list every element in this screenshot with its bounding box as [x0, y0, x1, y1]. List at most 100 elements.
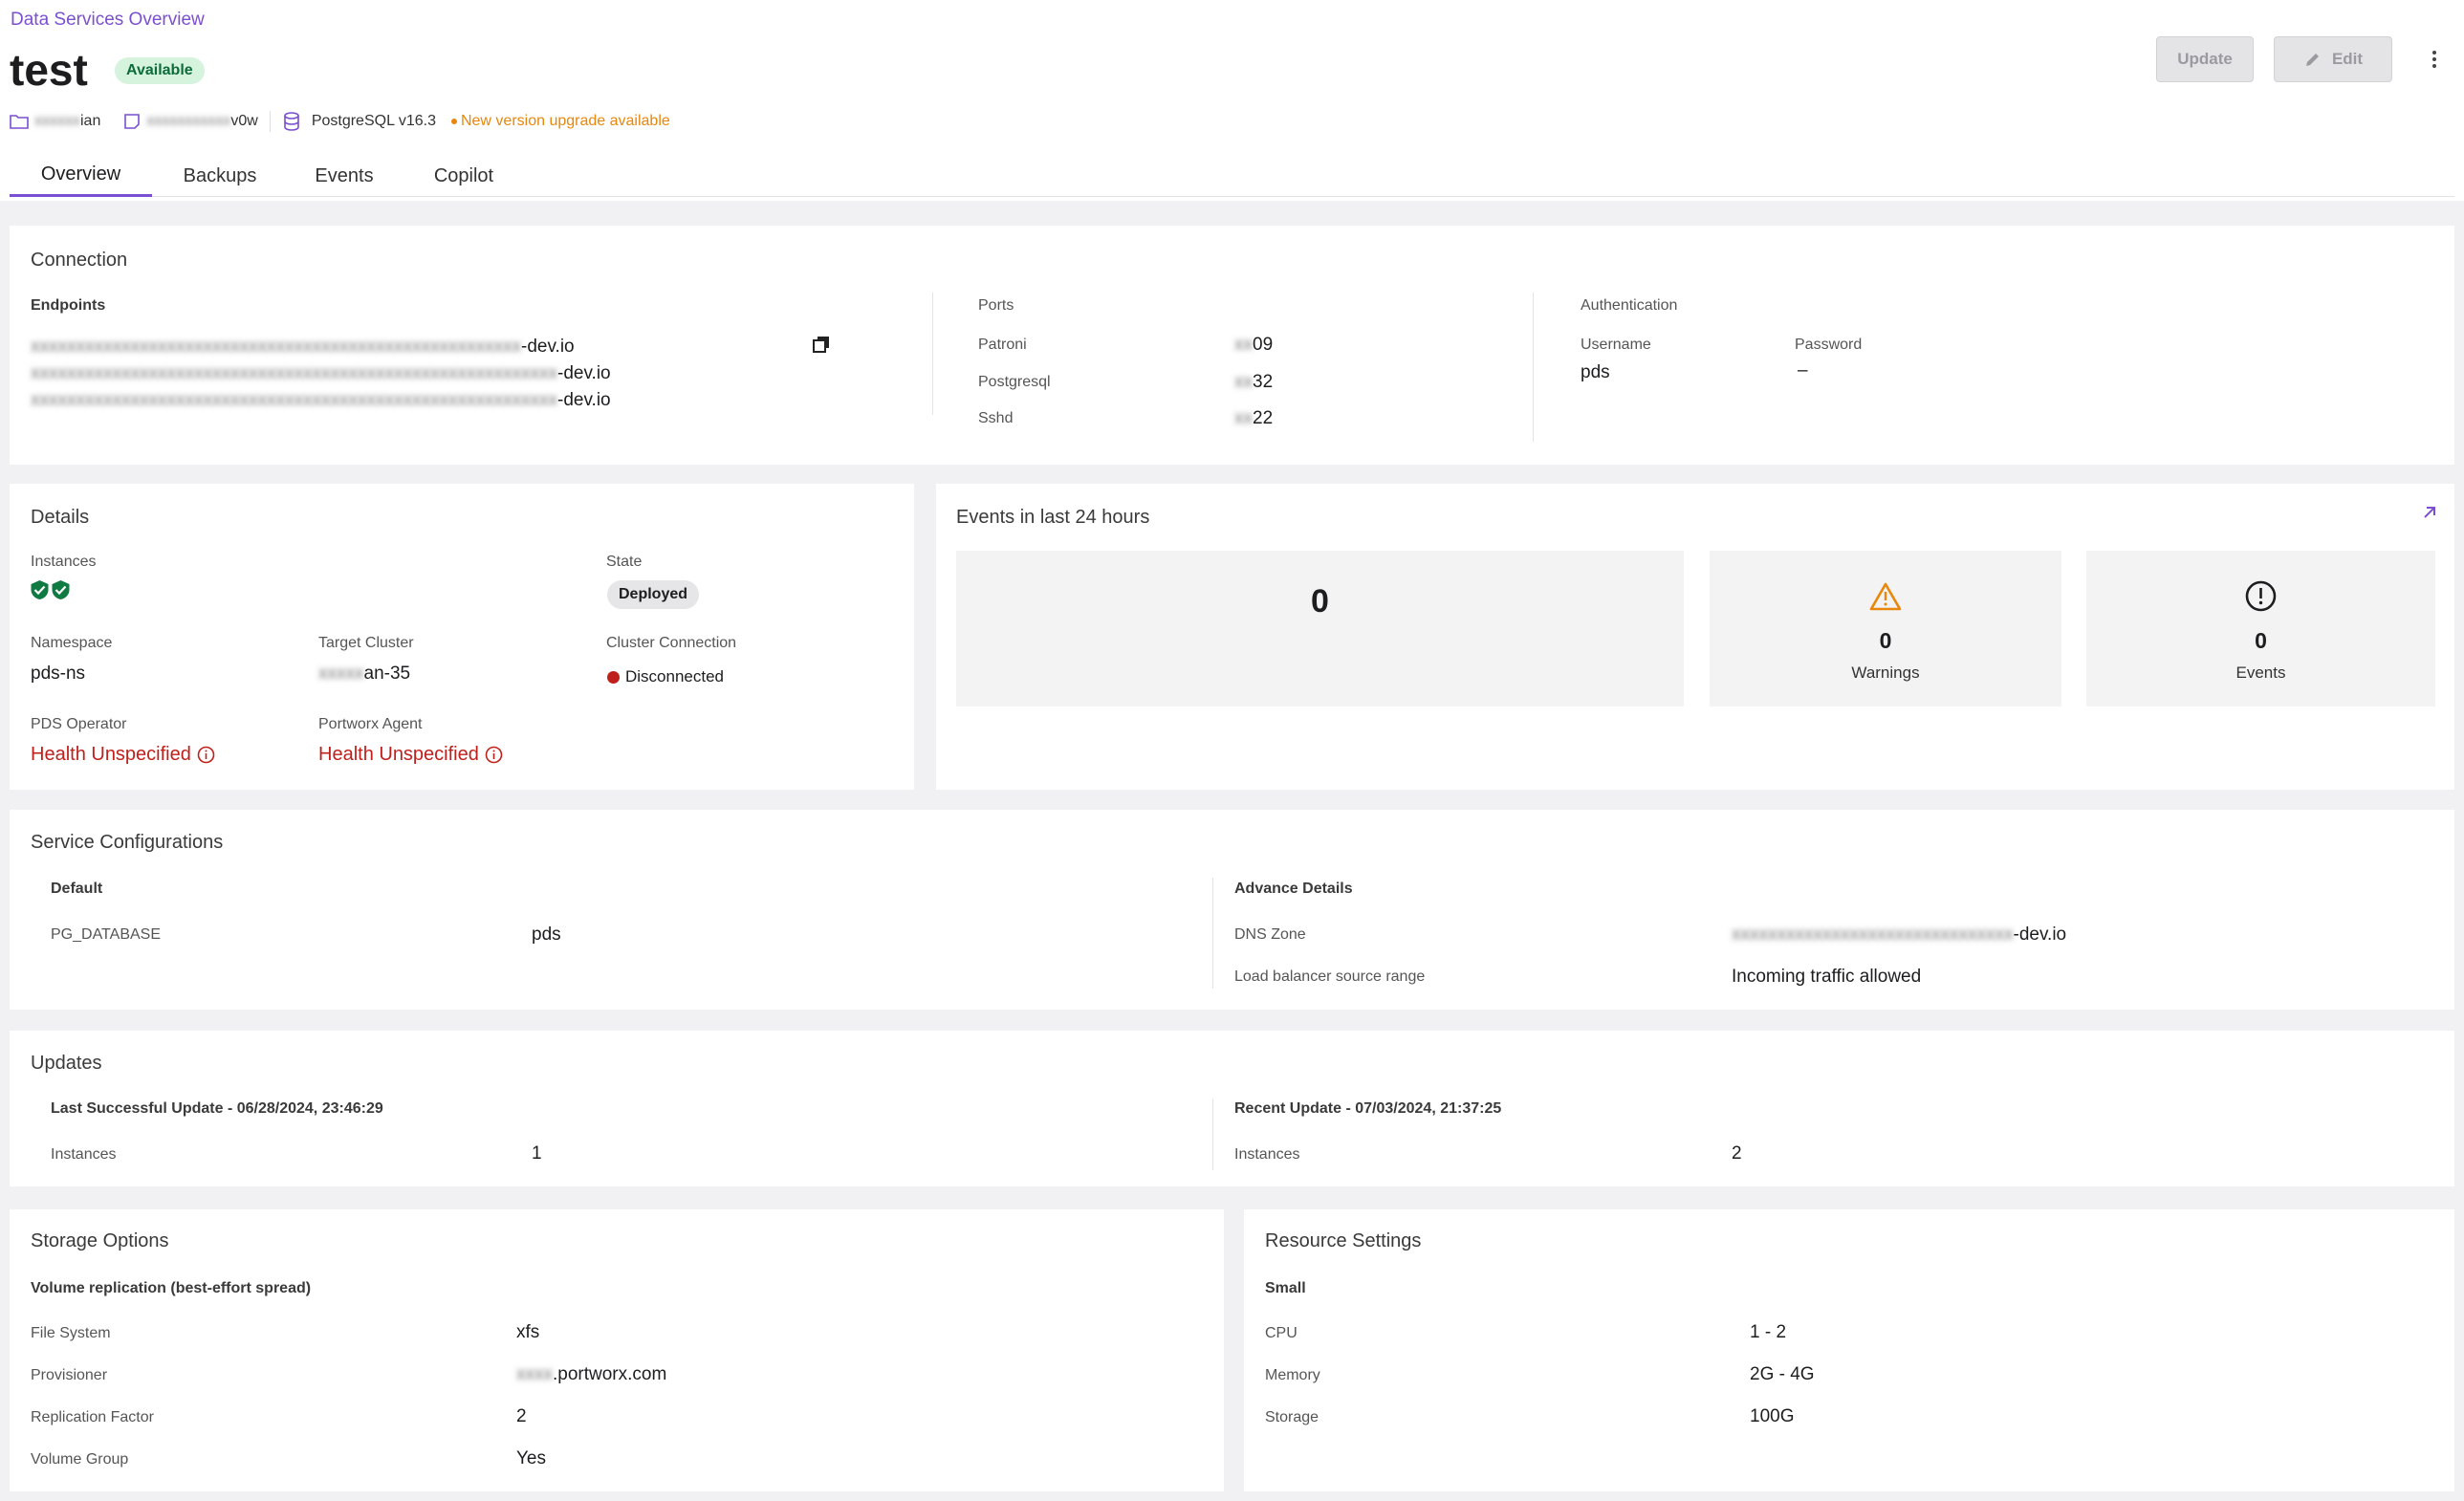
kebab-dot	[2432, 64, 2436, 68]
storage-label: Storage	[1265, 1409, 1319, 1425]
endpoint-host-blurred: xxxxxxxxxxxxxxxxxxxxxxxxxxxxxxxxxxxxxxxx…	[31, 390, 557, 410]
replication-factor-label: Replication Factor	[31, 1409, 154, 1425]
provisioner-suffix: .portworx.com	[553, 1364, 667, 1384]
cpu-label: CPU	[1265, 1325, 1297, 1341]
status-badge: Available	[115, 57, 205, 84]
state-badge: Deployed	[607, 580, 700, 609]
instance-status-icons	[30, 579, 71, 600]
port-blurred: xx	[1234, 408, 1253, 428]
tab-copilot[interactable]: Copilot	[416, 155, 512, 197]
check-shield-icon[interactable]	[30, 579, 50, 600]
memory-value: 2G - 4G	[1750, 1364, 1815, 1384]
external-link-arrow-icon[interactable]	[2421, 504, 2438, 521]
service-config-title: Service Configurations	[31, 832, 224, 853]
info-circle-icon[interactable]	[197, 746, 215, 764]
updates-title: Updates	[31, 1053, 102, 1074]
storage-options-card	[10, 1209, 1224, 1491]
info-circle-icon[interactable]	[485, 746, 503, 764]
header-meta: xxxxxx ian xxxxxxxxxxx v0w PostgreSQL v16.…	[10, 111, 670, 132]
updates-divider	[1212, 1099, 1213, 1170]
dns-zone-value: xxxxxxxxxxxxxxxxxxxxxxxxxxxxxxx-dev.io	[1732, 925, 2066, 946]
default-section-label: Default	[51, 881, 103, 897]
recent-update: Recent Update - 07/03/2024, 21:37:25	[1234, 1100, 1502, 1117]
upgrade-dot-icon	[450, 119, 457, 124]
memory-label: Memory	[1265, 1367, 1320, 1383]
breadcrumb-data-services-overview[interactable]: Data Services Overview	[11, 10, 205, 31]
port-value-patroni: xx09	[1234, 335, 1273, 356]
project-name-suffix: ian	[80, 113, 101, 129]
kebab-dot	[2432, 51, 2436, 54]
tab-overview[interactable]: Overview	[10, 155, 152, 197]
lb-source-range-value: Incoming traffic allowed	[1732, 967, 1922, 987]
port-value-postgresql: xx32	[1234, 372, 1273, 393]
namespace-label: Namespace	[31, 635, 113, 651]
endpoint-list: xxxxxxxxxxxxxxxxxxxxxxxxxxxxxxxxxxxxxxxx…	[31, 334, 611, 414]
upgrade-notice[interactable]: New version upgrade available	[461, 113, 670, 130]
dns-zone-blurred: xxxxxxxxxxxxxxxxxxxxxxxxxxxxxxx	[1732, 925, 2014, 945]
endpoint-suffix: -dev.io	[557, 390, 611, 410]
tab-backups[interactable]: Backups	[172, 155, 268, 197]
password-value: –	[1798, 360, 1808, 381]
endpoint-item[interactable]: xxxxxxxxxxxxxxxxxxxxxxxxxxxxxxxxxxxxxxxx…	[31, 334, 611, 360]
events-count: 0	[2255, 628, 2267, 653]
kebab-dot	[2432, 57, 2436, 61]
events-label: Events	[2235, 663, 2286, 682]
password-label: Password	[1795, 337, 1863, 353]
instances-label: Instances	[31, 554, 97, 570]
advance-details-label: Advance Details	[1234, 881, 1353, 897]
port-name-patroni: Patroni	[978, 337, 1027, 353]
connection-title: Connection	[31, 250, 128, 271]
file-system-value: xfs	[516, 1322, 540, 1342]
portworx-agent-health[interactable]: Health Unspecified	[318, 744, 503, 766]
resource-size-label: Small	[1265, 1280, 1306, 1296]
pds-operator-health[interactable]: Health Unspecified	[31, 744, 215, 766]
port-name-postgresql: Postgresql	[978, 374, 1051, 390]
port-suffix: 09	[1253, 335, 1274, 355]
folder-icon	[10, 114, 29, 129]
target-cluster-label: Target Cluster	[318, 635, 414, 651]
recent-instances-label: Instances	[1234, 1146, 1300, 1163]
recent-instances-value: 2	[1732, 1143, 1742, 1164]
events-total-count: 0	[1311, 583, 1329, 620]
endpoint-suffix: -dev.io	[557, 363, 611, 383]
username-label: Username	[1581, 337, 1651, 353]
username-value: pds	[1581, 362, 1610, 382]
endpoint-host-blurred: xxxxxxxxxxxxxxxxxxxxxxxxxxxxxxxxxxxxxxxx…	[31, 363, 557, 383]
pencil-icon	[2303, 50, 2322, 69]
lb-source-range-label: Load balancer source range	[1234, 968, 1426, 985]
target-cluster-suffix: an-35	[363, 663, 411, 684]
endpoint-item[interactable]: xxxxxxxxxxxxxxxxxxxxxxxxxxxxxxxxxxxxxxxx…	[31, 387, 611, 414]
update-button[interactable]: Update	[2156, 36, 2254, 82]
ports-label: Ports	[978, 297, 1014, 314]
resource-settings-title: Resource Settings	[1265, 1230, 1422, 1251]
check-shield-icon[interactable]	[51, 579, 71, 600]
resource-settings-card	[1244, 1209, 2454, 1491]
storage-value: 100G	[1750, 1406, 1795, 1426]
exclamation-circle-icon	[2245, 580, 2277, 612]
last-instances-label: Instances	[51, 1146, 117, 1163]
target-name-suffix: v0w	[230, 113, 258, 129]
service-config-divider	[1212, 878, 1213, 989]
more-actions-button[interactable]	[2425, 46, 2444, 73]
file-system-label: File System	[31, 1325, 111, 1341]
target-cluster-value[interactable]: xxxxxan-35	[318, 663, 410, 685]
portworx-agent-label: Portworx Agent	[318, 716, 423, 732]
cluster-connection-value: Disconnected	[625, 667, 725, 685]
dns-zone-label: DNS Zone	[1234, 926, 1306, 943]
tab-events[interactable]: Events	[296, 155, 392, 197]
state-label: State	[606, 554, 643, 570]
port-name-sshd: Sshd	[978, 410, 1014, 426]
endpoint-item[interactable]: xxxxxxxxxxxxxxxxxxxxxxxxxxxxxxxxxxxxxxxx…	[31, 360, 611, 387]
service-config-card	[10, 810, 2454, 1010]
connection-divider	[1533, 293, 1534, 442]
endpoint-host-blurred: xxxxxxxxxxxxxxxxxxxxxxxxxxxxxxxxxxxxxxxx…	[31, 337, 521, 357]
connection-divider	[932, 293, 933, 415]
warnings-label: Warnings	[1851, 663, 1920, 682]
port-suffix: 32	[1253, 372, 1274, 392]
events-total-tile[interactable]	[956, 551, 1684, 707]
edit-button[interactable]: Edit	[2274, 36, 2392, 82]
pds-operator-value: Health Unspecified	[31, 744, 191, 765]
copy-icon[interactable]	[812, 335, 831, 354]
endpoints-label: Endpoints	[31, 297, 106, 314]
last-instances-value: 1	[532, 1143, 542, 1164]
